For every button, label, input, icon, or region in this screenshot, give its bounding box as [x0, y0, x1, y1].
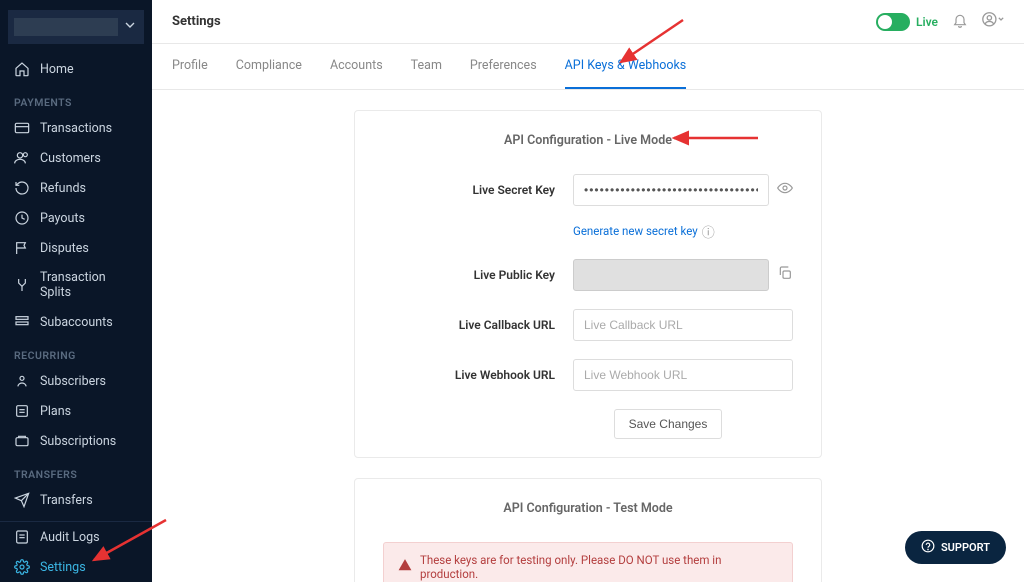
card-title: API Configuration - Live Mode [383, 133, 793, 148]
live-secret-key-input[interactable] [573, 174, 769, 206]
save-changes-button[interactable]: Save Changes [614, 409, 723, 439]
page-title: Settings [172, 14, 221, 29]
warning-icon [398, 558, 412, 575]
sidebar-item-transaction-splits[interactable]: Transaction Splits [0, 263, 152, 307]
nav-section-heading: PAYMENTS [0, 84, 152, 113]
nav-section-heading: RECURRING [0, 337, 152, 366]
support-label: SUPPORT [941, 541, 990, 554]
sidebar-item-label: Subscribers [40, 374, 106, 389]
live-mode-toggle[interactable] [876, 13, 910, 31]
sidebar-item-transfers[interactable]: Transfers [0, 485, 152, 515]
sidebar-item-payouts[interactable]: Payouts [0, 203, 152, 233]
sidebar-item-customers[interactable]: Customers [0, 143, 152, 173]
webhook-url-label: Live Webhook URL [383, 368, 573, 382]
send-icon [14, 492, 30, 508]
chevron-down-icon [122, 17, 138, 37]
sidebar-item-label: Transfers [40, 493, 93, 508]
live-public-key-input[interactable] [573, 259, 769, 291]
secret-key-label: Live Secret Key [383, 183, 573, 197]
sidebar-item-plans[interactable]: Plans [0, 396, 152, 426]
support-button[interactable]: SUPPORT [905, 531, 1006, 564]
sidebar-item-label: Transactions [40, 121, 112, 136]
card-icon [14, 120, 30, 136]
api-config-test-card: API Configuration - Test Mode These keys… [354, 478, 822, 582]
workspace-logo [14, 18, 118, 36]
sidebar-item-subaccounts[interactable]: Subaccounts [0, 307, 152, 337]
sidebar: Home PAYMENTS Transactions Customers Ref… [0, 0, 152, 582]
api-config-live-card: API Configuration - Live Mode Live Secre… [354, 110, 822, 458]
subscriptions-icon [14, 433, 30, 449]
info-icon: ⓘ [702, 222, 715, 241]
sidebar-item-audit-logs[interactable]: Audit Logs [0, 522, 152, 552]
sidebar-item-subscriptions[interactable]: Subscriptions [0, 426, 152, 456]
tab-preferences[interactable]: Preferences [470, 44, 537, 89]
nav-section-heading: TRANSFERS [0, 456, 152, 485]
tab-api-keys-webhooks[interactable]: API Keys & Webhooks [565, 44, 687, 89]
sidebar-item-home[interactable]: Home [0, 54, 152, 84]
main: Settings Live Profile Compliance Account… [152, 0, 1024, 582]
payout-icon [14, 210, 30, 226]
split-icon [14, 277, 30, 293]
subaccount-icon [14, 314, 30, 330]
sidebar-item-label: Customers [40, 151, 101, 166]
public-key-label: Live Public Key [383, 268, 573, 282]
users-icon [14, 150, 30, 166]
copy-icon[interactable] [777, 265, 793, 285]
plans-icon [14, 403, 30, 419]
sidebar-item-refunds[interactable]: Refunds [0, 173, 152, 203]
tab-accounts[interactable]: Accounts [330, 44, 383, 89]
sidebar-item-label: Subscriptions [40, 434, 116, 449]
home-icon [14, 61, 30, 77]
tab-team[interactable]: Team [411, 44, 442, 89]
live-webhook-url-input[interactable] [573, 359, 793, 391]
refund-icon [14, 180, 30, 196]
content: API Configuration - Live Mode Live Secre… [152, 90, 1024, 582]
sidebar-item-label: Plans [40, 404, 71, 419]
sidebar-item-label: Settings [40, 560, 86, 575]
sidebar-item-disputes[interactable]: Disputes [0, 233, 152, 263]
tab-profile[interactable]: Profile [172, 44, 208, 89]
sidebar-item-label: Payouts [40, 211, 85, 226]
sidebar-item-label: Disputes [40, 241, 89, 256]
card-title: API Configuration - Test Mode [383, 501, 793, 516]
log-icon [14, 529, 30, 545]
topbar: Settings Live [152, 0, 1024, 44]
sidebar-item-label: Audit Logs [40, 530, 100, 545]
sidebar-item-settings[interactable]: Settings [0, 552, 152, 582]
generate-secret-link[interactable]: Generate new secret key ⓘ [573, 222, 715, 241]
sidebar-item-label: Subaccounts [40, 315, 113, 330]
settings-tabs: Profile Compliance Accounts Team Prefere… [152, 44, 1024, 90]
test-mode-warning: These keys are for testing only. Please … [383, 542, 793, 582]
sidebar-item-transactions[interactable]: Transactions [0, 113, 152, 143]
sidebar-item-label: Transaction Splits [40, 270, 138, 300]
callback-url-label: Live Callback URL [383, 318, 573, 332]
live-mode-label: Live [916, 15, 938, 29]
sidebar-item-label: Home [40, 62, 74, 77]
subscriber-icon [14, 373, 30, 389]
workspace-switcher[interactable] [8, 10, 144, 44]
eye-icon[interactable] [777, 180, 793, 200]
gear-icon [14, 559, 30, 575]
bell-icon[interactable] [952, 12, 968, 32]
sidebar-item-subscribers[interactable]: Subscribers [0, 366, 152, 396]
live-callback-url-input[interactable] [573, 309, 793, 341]
user-avatar-menu[interactable] [982, 12, 1004, 32]
tab-compliance[interactable]: Compliance [236, 44, 302, 89]
flag-icon [14, 240, 30, 256]
sidebar-item-label: Refunds [40, 181, 86, 196]
help-icon [921, 539, 935, 556]
